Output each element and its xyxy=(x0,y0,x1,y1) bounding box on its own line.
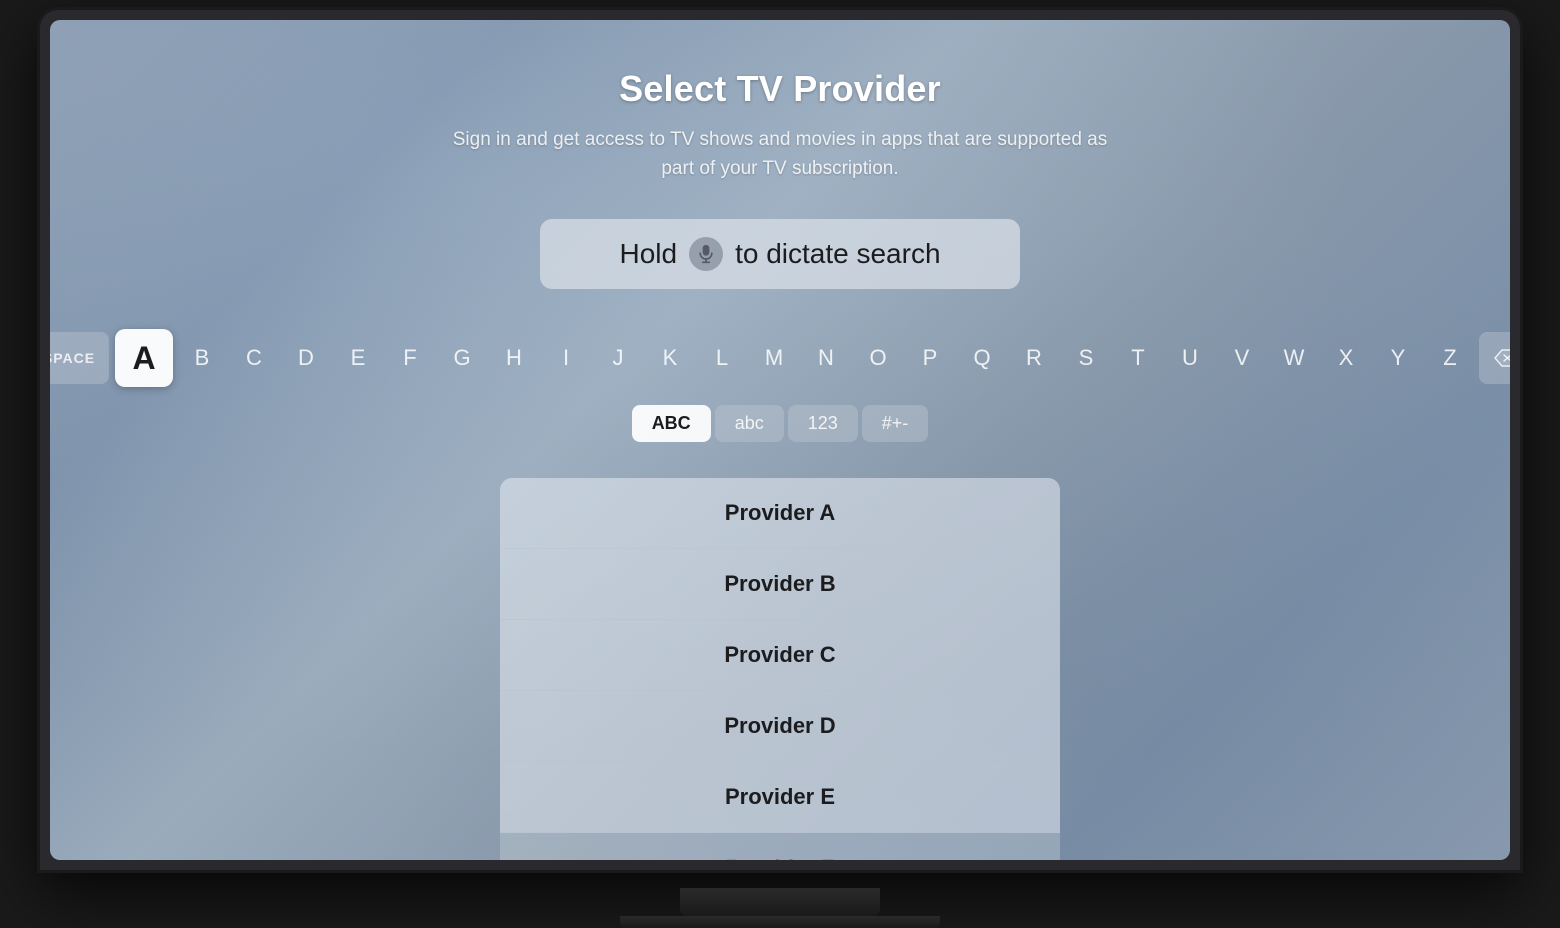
keyboard-modes: ABC abc 123 #+- xyxy=(632,405,929,442)
key-h[interactable]: H xyxy=(491,332,537,384)
provider-item-b[interactable]: Provider B xyxy=(500,549,1060,620)
key-w[interactable]: W xyxy=(1271,332,1317,384)
key-i[interactable]: I xyxy=(543,332,589,384)
mode-123[interactable]: 123 xyxy=(788,405,858,442)
key-q[interactable]: Q xyxy=(959,332,1005,384)
dictate-bar[interactable]: Hold to dictate search xyxy=(540,219,1020,289)
provider-item-e[interactable]: Provider E xyxy=(500,762,1060,833)
key-y[interactable]: Y xyxy=(1375,332,1421,384)
key-g[interactable]: G xyxy=(439,332,485,384)
key-t[interactable]: T xyxy=(1115,332,1161,384)
tv-base xyxy=(620,916,940,928)
tv-stand xyxy=(680,888,880,916)
provider-item-c[interactable]: Provider C xyxy=(500,620,1060,691)
key-o[interactable]: O xyxy=(855,332,901,384)
dictate-text-after: to dictate search xyxy=(735,238,940,270)
provider-name-d: Provider D xyxy=(724,713,835,738)
key-p[interactable]: P xyxy=(907,332,953,384)
key-n[interactable]: N xyxy=(803,332,849,384)
key-c[interactable]: C xyxy=(231,332,277,384)
key-k[interactable]: K xyxy=(647,332,693,384)
provider-name-f: Provider F xyxy=(726,855,835,860)
provider-item-d[interactable]: Provider D xyxy=(500,691,1060,762)
mode-abc-lower[interactable]: abc xyxy=(715,405,784,442)
key-u[interactable]: U xyxy=(1167,332,1213,384)
tv-screen: Select TV Provider Sign in and get acces… xyxy=(50,20,1510,860)
key-x[interactable]: X xyxy=(1323,332,1369,384)
provider-name-b: Provider B xyxy=(724,571,835,596)
key-a[interactable]: A xyxy=(115,329,173,387)
key-s[interactable]: S xyxy=(1063,332,1109,384)
provider-name-c: Provider C xyxy=(724,642,835,667)
dictate-text-before: Hold xyxy=(619,238,677,270)
mode-symbols[interactable]: #+- xyxy=(862,405,929,442)
tv-frame: Select TV Provider Sign in and get acces… xyxy=(40,10,1520,870)
key-d[interactable]: D xyxy=(283,332,329,384)
key-f[interactable]: F xyxy=(387,332,433,384)
provider-item-a[interactable]: Provider A xyxy=(500,478,1060,549)
key-e[interactable]: E xyxy=(335,332,381,384)
backspace-key[interactable] xyxy=(1479,332,1510,384)
page-subtitle: Sign in and get access to TV shows and m… xyxy=(440,126,1120,183)
page-title: Select TV Provider xyxy=(619,68,941,110)
mode-abc-upper[interactable]: ABC xyxy=(632,405,711,442)
provider-item-f[interactable]: Provider F xyxy=(500,833,1060,860)
key-r[interactable]: R xyxy=(1011,332,1057,384)
provider-name-e: Provider E xyxy=(725,784,835,809)
key-v[interactable]: V xyxy=(1219,332,1265,384)
key-m[interactable]: M xyxy=(751,332,797,384)
key-j[interactable]: J xyxy=(595,332,641,384)
providers-list: Provider A Provider B Provider C Provide… xyxy=(500,478,1060,860)
mic-icon xyxy=(689,237,723,271)
space-key[interactable]: SPACE xyxy=(50,332,109,384)
key-z[interactable]: Z xyxy=(1427,332,1473,384)
provider-name-a: Provider A xyxy=(725,500,835,525)
keyboard-row: SPACE A B C D E F G H I J K L M N O P Q … xyxy=(50,329,1510,387)
key-b[interactable]: B xyxy=(179,332,225,384)
key-l[interactable]: L xyxy=(699,332,745,384)
